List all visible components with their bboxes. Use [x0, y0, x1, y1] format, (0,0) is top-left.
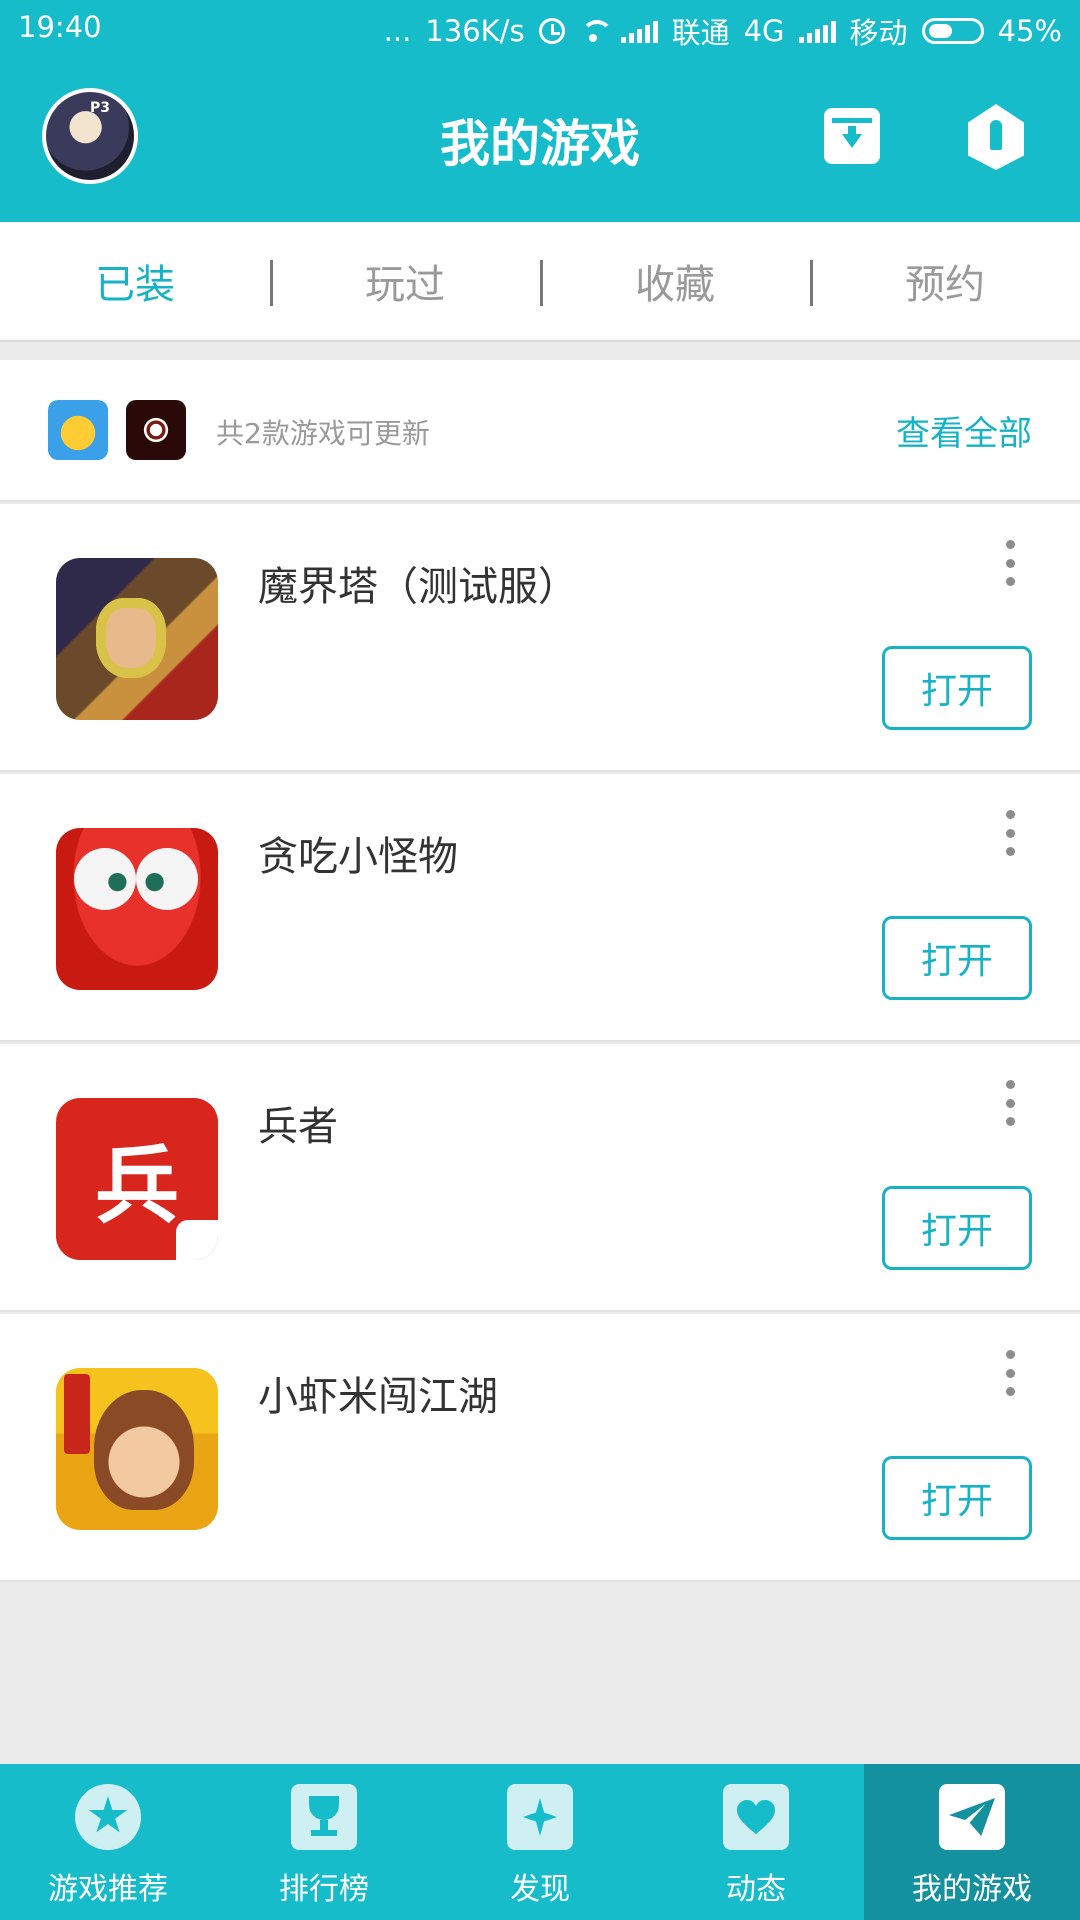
page-title: 我的游戏: [440, 115, 640, 173]
sparkle-icon: [507, 1784, 573, 1850]
tab-favorites[interactable]: 收藏: [540, 222, 810, 340]
game-name: 贪吃小怪物: [258, 834, 458, 880]
update-game-icon-2: [126, 400, 186, 460]
list-item[interactable]: 魔界塔（测试服） 打开: [0, 504, 1080, 772]
game-name: 小虾米闯江湖: [258, 1374, 498, 1420]
signal-icon-2: [798, 19, 836, 43]
signal-icon: [620, 19, 658, 43]
game-name: 魔界塔（测试服）: [258, 564, 578, 610]
battery-percent: 45%: [997, 14, 1062, 48]
network-speed: 136K/s: [425, 14, 525, 48]
update-count-text: 共2款游戏可更新: [216, 417, 430, 450]
more-options-icon[interactable]: [1004, 540, 1016, 586]
open-button[interactable]: 打开: [882, 646, 1032, 730]
nav-ranking[interactable]: 排行榜: [216, 1764, 432, 1920]
list-item[interactable]: 兵 兵者 打开: [0, 1044, 1080, 1312]
top-bar: 19:40 ... 136K/s 联通 4G 移动 45% P3 我的游戏: [0, 0, 1080, 222]
game-icon-char: 兵: [94, 1135, 179, 1235]
wifi-icon: [579, 20, 613, 42]
status-time: 19:40: [18, 10, 102, 44]
nav-label: 我的游戏: [912, 1872, 1032, 1907]
nav-feed[interactable]: 动态: [648, 1764, 864, 1920]
game-icon-xiaoxiami: [56, 1368, 218, 1530]
battery-icon: [921, 18, 984, 44]
tab-reserved[interactable]: 预约: [810, 222, 1080, 340]
open-button[interactable]: 打开: [882, 916, 1032, 1000]
status-indicators: ... 136K/s 联通 4G 移动 45%: [384, 10, 1062, 52]
open-button[interactable]: 打开: [882, 1456, 1032, 1540]
update-game-icon-1: [48, 400, 108, 460]
nav-label: 发现: [510, 1872, 570, 1907]
star-icon: [75, 1784, 141, 1850]
open-button[interactable]: 打开: [882, 1186, 1032, 1270]
alarm-icon: [538, 18, 565, 44]
nav-label: 动态: [726, 1872, 786, 1907]
more-options-icon[interactable]: [1004, 810, 1016, 856]
carrier-2: 移动: [849, 16, 908, 50]
more-options-icon[interactable]: [1004, 1350, 1016, 1396]
paper-plane-icon: [939, 1784, 1005, 1850]
heart-icon: [723, 1784, 789, 1850]
download-manager-icon[interactable]: [824, 108, 880, 164]
carrier-1: 联通: [671, 16, 730, 50]
view-all-link[interactable]: 查看全部: [896, 406, 1032, 455]
bottom-nav: 游戏推荐 排行榜 发现 动态 我的游戏: [0, 1764, 1080, 1920]
category-tabs: 已装 玩过 收藏 预约: [0, 222, 1080, 342]
list-item[interactable]: 贪吃小怪物 打开: [0, 774, 1080, 1042]
more-options-icon[interactable]: [1004, 1080, 1016, 1126]
game-icon-bingzhe: 兵: [56, 1098, 218, 1260]
game-name: 兵者: [258, 1104, 338, 1150]
game-icon-tanchi: [56, 828, 218, 990]
nav-recommend[interactable]: 游戏推荐: [0, 1764, 216, 1920]
network-type: 4G: [743, 14, 785, 48]
nav-label: 排行榜: [279, 1872, 369, 1907]
list-item[interactable]: 小虾米闯江湖 打开: [0, 1314, 1080, 1582]
tab-played[interactable]: 玩过: [270, 222, 540, 340]
update-bar[interactable]: 共2款游戏可更新 查看全部: [0, 360, 1080, 502]
tab-installed[interactable]: 已装: [0, 222, 270, 340]
nav-discover[interactable]: 发现: [432, 1764, 648, 1920]
status-bar: 19:40 ... 136K/s 联通 4G 移动 45%: [0, 0, 1080, 56]
trophy-icon: [291, 1784, 357, 1850]
nav-my-games[interactable]: 我的游戏: [864, 1764, 1080, 1920]
game-icon-mojieta: [56, 558, 218, 720]
nav-label: 游戏推荐: [48, 1872, 168, 1907]
status-dots: ...: [383, 14, 412, 48]
